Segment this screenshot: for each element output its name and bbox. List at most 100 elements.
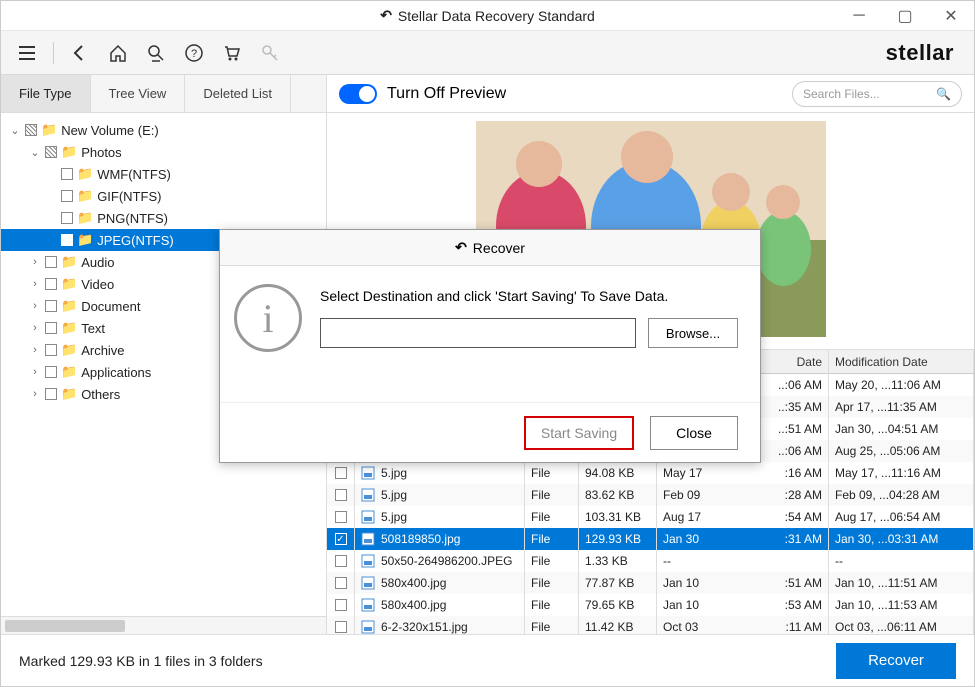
expand-icon[interactable]: › (29, 366, 41, 378)
tab-tree-view[interactable]: Tree View (91, 75, 186, 112)
preview-toggle[interactable] (339, 84, 377, 104)
close-window-button[interactable]: ✕ (928, 1, 974, 31)
close-dialog-button[interactable]: Close (650, 416, 738, 450)
checkbox[interactable] (61, 168, 73, 180)
row-checkbox[interactable] (335, 621, 347, 633)
file-creation-date: Oct 03:11 AM (657, 616, 829, 634)
row-checkbox[interactable] (335, 599, 347, 611)
checkbox[interactable] (61, 190, 73, 202)
folder-icon: 📁 (77, 166, 93, 182)
expand-icon[interactable]: › (29, 256, 41, 268)
file-row[interactable]: 5.jpgFile103.31 KBAug 17:54 AMAug 17, ..… (327, 506, 974, 528)
col-modification-date[interactable]: Modification Date (829, 350, 974, 373)
checkbox[interactable] (45, 322, 57, 334)
row-checkbox[interactable] (335, 555, 347, 567)
expand-icon[interactable]: › (29, 322, 41, 334)
folder-icon: 📁 (61, 276, 77, 292)
file-size: 94.08 KB (579, 462, 657, 484)
tree-label[interactable]: WMF(NTFS) (97, 167, 171, 182)
row-checkbox[interactable]: ✓ (335, 533, 347, 545)
destination-input[interactable] (320, 318, 636, 348)
back-button[interactable] (64, 37, 96, 69)
checkbox[interactable] (45, 366, 57, 378)
folder-icon: 📁 (61, 342, 77, 358)
menu-button[interactable] (11, 37, 43, 69)
file-type: File (525, 528, 579, 550)
file-row[interactable]: ✓508189850.jpgFile129.93 KBJan 30:31 AMJ… (327, 528, 974, 550)
recover-button[interactable]: Recover (836, 643, 956, 679)
file-row[interactable]: 580x400.jpgFile77.87 KBJan 10:51 AMJan 1… (327, 572, 974, 594)
tree-label[interactable]: Document (81, 299, 140, 314)
file-size: 103.31 KB (579, 506, 657, 528)
start-saving-button[interactable]: Start Saving (524, 416, 634, 450)
minimize-button[interactable]: ─ (836, 1, 882, 31)
tree-label[interactable]: Archive (81, 343, 124, 358)
file-name: 580x400.jpg (381, 598, 446, 612)
activation-key-button[interactable] (254, 37, 286, 69)
tree-label[interactable]: Others (81, 387, 120, 402)
expand-icon[interactable]: › (29, 300, 41, 312)
browse-button[interactable]: Browse... (648, 318, 738, 348)
row-checkbox[interactable] (335, 511, 347, 523)
row-checkbox[interactable] (335, 489, 347, 501)
tree-label[interactable]: Video (81, 277, 114, 292)
file-modification-date: Jan 10, ...11:51 AM (829, 572, 974, 594)
checkbox[interactable] (45, 388, 57, 400)
search-input[interactable]: Search Files... 🔍 (792, 81, 962, 107)
file-creation-date: Aug 17:54 AM (657, 506, 829, 528)
file-size: 11.42 KB (579, 616, 657, 634)
tree-label[interactable]: Audio (81, 255, 114, 270)
file-name: 6-2-320x151.jpg (381, 620, 468, 634)
tree-label[interactable]: GIF(NTFS) (97, 189, 161, 204)
cart-button[interactable] (216, 37, 248, 69)
checkbox[interactable] (45, 300, 57, 312)
folder-icon: 📁 (77, 232, 93, 248)
tree-label[interactable]: Text (81, 321, 105, 336)
horizontal-scrollbar[interactable] (1, 616, 326, 634)
expand-icon[interactable]: › (29, 344, 41, 356)
file-name: 508189850.jpg (381, 532, 460, 546)
file-type: File (525, 550, 579, 572)
file-size: 83.62 KB (579, 484, 657, 506)
home-button[interactable] (102, 37, 134, 69)
checkbox[interactable] (45, 344, 57, 356)
row-checkbox[interactable] (335, 577, 347, 589)
file-row[interactable]: 6-2-320x151.jpgFile11.42 KBOct 03:11 AMO… (327, 616, 974, 634)
file-row[interactable]: 5.jpgFile83.62 KBFeb 09:28 AMFeb 09, ...… (327, 484, 974, 506)
recover-dialog: ↶ Recover i Select Destination and click… (219, 229, 761, 463)
folder-icon: 📁 (61, 364, 77, 380)
tab-file-type[interactable]: File Type (1, 75, 91, 112)
expand-icon[interactable]: › (29, 388, 41, 400)
checkbox[interactable] (45, 278, 57, 290)
checkbox[interactable] (61, 234, 73, 246)
tree-label[interactable]: Photos (81, 145, 121, 160)
title-bar: ↶ Stellar Data Recovery Standard ─ ▢ ✕ (1, 1, 974, 31)
collapse-icon[interactable]: ⌄ (9, 124, 21, 137)
expand-icon[interactable]: › (29, 278, 41, 290)
file-row[interactable]: 50x50-264986200.JPEGFile1.33 KB---- (327, 550, 974, 572)
checkbox[interactable] (25, 124, 37, 136)
tree-label[interactable]: PNG(NTFS) (97, 211, 168, 226)
checkbox[interactable] (45, 256, 57, 268)
file-row[interactable]: 580x400.jpgFile79.65 KBJan 10:53 AMJan 1… (327, 594, 974, 616)
tree-label[interactable]: JPEG(NTFS) (97, 233, 174, 248)
dialog-message: Select Destination and click 'Start Savi… (320, 288, 738, 304)
file-creation-date: Feb 09:28 AM (657, 484, 829, 506)
tree-label[interactable]: Applications (81, 365, 151, 380)
help-button[interactable]: ? (178, 37, 210, 69)
row-checkbox[interactable] (335, 467, 347, 479)
checkbox[interactable] (45, 146, 57, 158)
tab-deleted-list[interactable]: Deleted List (185, 75, 291, 112)
advanced-search-button[interactable] (140, 37, 172, 69)
file-modification-date: Jan 10, ...11:53 AM (829, 594, 974, 616)
file-modification-date: Jan 30, ...03:31 AM (829, 528, 974, 550)
tree-label[interactable]: New Volume (E:) (61, 123, 159, 138)
file-size: 77.87 KB (579, 572, 657, 594)
file-name: 50x50-264986200.JPEG (381, 554, 512, 568)
dialog-title: Recover (473, 240, 525, 256)
folder-icon: 📁 (61, 320, 77, 336)
collapse-icon[interactable]: ⌄ (29, 146, 41, 159)
file-row[interactable]: 5.jpgFile94.08 KBMay 17:16 AMMay 17, ...… (327, 462, 974, 484)
checkbox[interactable] (61, 212, 73, 224)
maximize-button[interactable]: ▢ (882, 1, 928, 31)
